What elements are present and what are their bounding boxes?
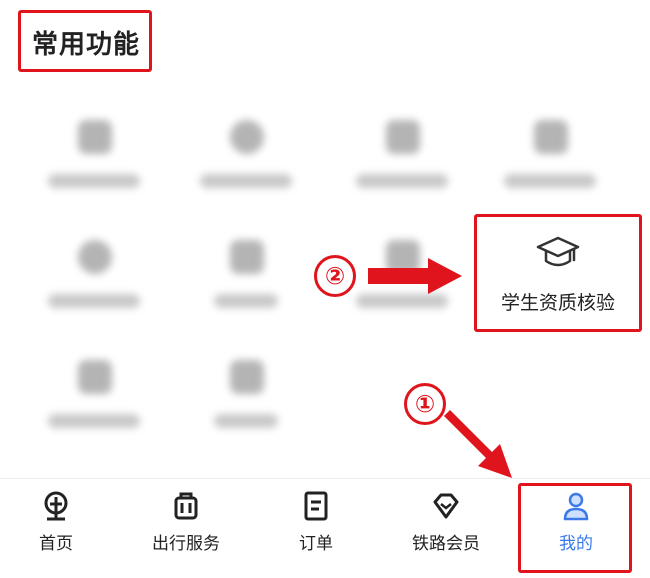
tab-railway-member[interactable]: 铁路会员 [388,479,504,578]
blurred-function-item[interactable] [342,112,462,212]
tab-orders[interactable]: 订单 [262,479,370,578]
order-icon [304,491,328,521]
diamond-icon [433,493,459,519]
train-logo-icon [44,491,68,521]
bottom-tab-bar: 首页 出行服务 订单 铁路会员 我的 [0,478,650,578]
tab-label: 首页 [39,534,73,554]
common-functions-card: 常用功能 学生资质核验 [0,0,650,478]
blurred-function-item[interactable] [186,232,306,332]
tab-travel-services[interactable]: 出行服务 [126,479,246,578]
tab-label: 订单 [299,534,333,554]
step-1-arrow [444,410,512,478]
blurred-function-item[interactable] [186,112,306,212]
step-2-arrow [368,258,462,294]
title-highlight-box [18,10,152,72]
tab-mine-highlight-box [518,483,632,573]
blurred-function-item[interactable] [34,112,154,212]
tab-home[interactable]: 首页 [0,479,112,578]
tab-label: 出行服务 [152,534,220,554]
blurred-function-item[interactable] [34,352,154,452]
luggage-icon [174,492,198,520]
blurred-function-item[interactable] [34,232,154,332]
blurred-function-item[interactable] [490,112,610,212]
blurred-function-item[interactable] [186,352,306,452]
tab-label: 铁路会员 [412,534,480,554]
step-2-badge: ② [314,255,356,297]
student-item-highlight-box [474,214,642,332]
